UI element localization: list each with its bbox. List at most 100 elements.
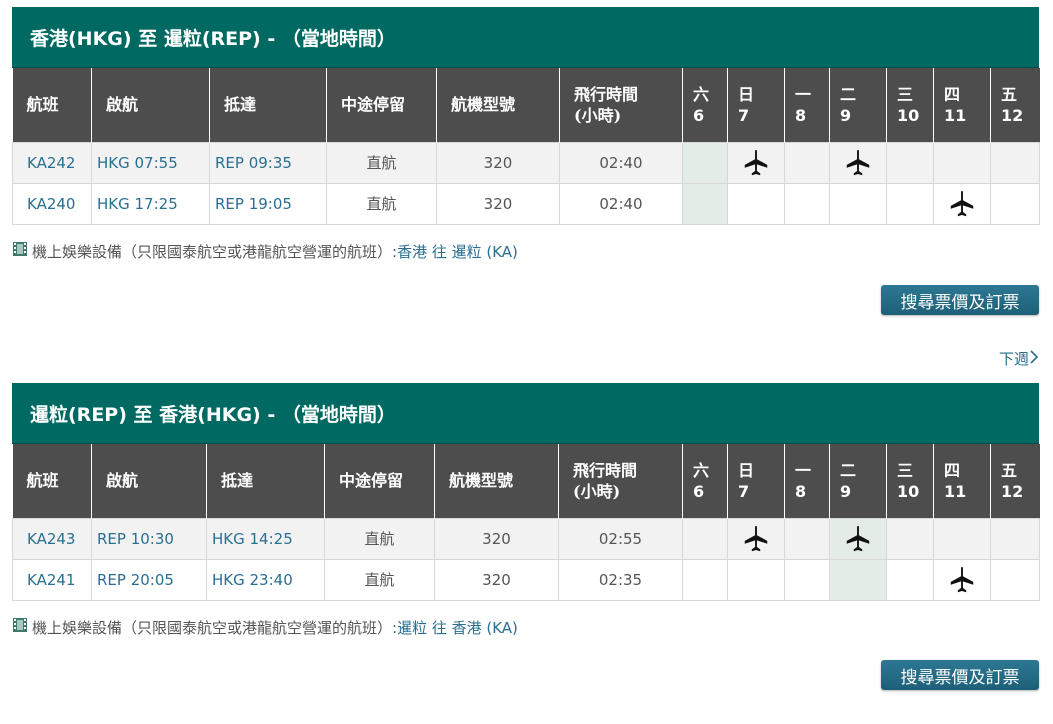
header-aircraft: 航機型號 bbox=[434, 444, 559, 518]
header-day-sat: 六6 bbox=[682, 444, 728, 518]
header-day-fri: 五 12 bbox=[990, 444, 1040, 518]
day-name: 六 bbox=[693, 460, 710, 480]
day-cell bbox=[784, 558, 830, 601]
day-num: 12 bbox=[1001, 105, 1024, 125]
day-cell bbox=[829, 182, 887, 225]
header-arrive: 抵達 bbox=[209, 68, 327, 142]
header-duration-line1: 飛行時間 bbox=[573, 460, 638, 480]
arrive-link[interactable]: HKG 23:40 bbox=[206, 558, 325, 601]
flight-number-link[interactable]: KA242 bbox=[12, 141, 92, 184]
day-cell bbox=[886, 141, 934, 184]
day-cell bbox=[933, 558, 991, 601]
airplane-icon bbox=[950, 566, 974, 592]
day-name: 日 bbox=[738, 84, 755, 104]
header-arrive: 抵達 bbox=[206, 444, 325, 518]
day-name: 四 bbox=[944, 84, 961, 104]
flight-number-link[interactable]: KA243 bbox=[12, 517, 92, 560]
flight-table: 航班 啟航 抵達 中途停留 航機型號 飛行時間 (小時) 六6 日7 一8 二9 … bbox=[12, 444, 1040, 601]
day-name: 二 bbox=[840, 460, 857, 480]
day-cell bbox=[784, 141, 830, 184]
next-week-link[interactable]: 下週 bbox=[999, 348, 1039, 369]
table-row: KA240 HKG 17:25 REP 19:05 直航 320 02:40 bbox=[12, 182, 1040, 225]
airplane-icon bbox=[846, 525, 870, 551]
day-name: 日 bbox=[738, 460, 755, 480]
stops-cell: 直航 bbox=[324, 558, 435, 601]
header-day-mon: 一8 bbox=[784, 68, 830, 142]
search-fares-button[interactable]: 搜尋票價及訂票 bbox=[881, 660, 1039, 690]
day-cell bbox=[829, 141, 887, 184]
header-duration: 飛行時間 (小時) bbox=[559, 68, 683, 142]
table-row: KA242 HKG 07:55 REP 09:35 直航 320 02:40 bbox=[12, 141, 1040, 184]
header-day-wed: 三 10 bbox=[886, 444, 934, 518]
day-num: 7 bbox=[738, 481, 750, 501]
depart-link[interactable]: HKG 07:55 bbox=[91, 141, 210, 184]
stops-cell: 直航 bbox=[324, 517, 435, 560]
header-day-mon: 一8 bbox=[784, 444, 830, 518]
header-day-sat: 六6 bbox=[682, 68, 728, 142]
airplane-icon bbox=[744, 525, 768, 551]
film-icon bbox=[12, 241, 28, 261]
duration-cell: 02:55 bbox=[558, 517, 683, 560]
day-name: 二 bbox=[840, 84, 857, 104]
day-cell bbox=[727, 141, 785, 184]
depart-link[interactable]: REP 20:05 bbox=[91, 558, 207, 601]
ife-text: 機上娛樂設備（只限國泰航空或港龍航空營運的航班）: bbox=[32, 242, 398, 261]
header-flight: 航班 bbox=[12, 444, 92, 518]
depart-link[interactable]: HKG 17:25 bbox=[91, 182, 210, 225]
aircraft-cell: 320 bbox=[434, 517, 559, 560]
day-cell bbox=[933, 141, 991, 184]
day-name: 五 bbox=[1001, 84, 1018, 104]
airplane-icon bbox=[744, 149, 768, 175]
arrive-link[interactable]: REP 09:35 bbox=[209, 141, 327, 184]
day-num: 11 bbox=[944, 481, 967, 501]
day-cell bbox=[682, 182, 728, 225]
day-cell bbox=[886, 517, 934, 560]
aircraft-cell: 320 bbox=[436, 182, 560, 225]
arrive-link[interactable]: HKG 14:25 bbox=[206, 517, 325, 560]
depart-link[interactable]: REP 10:30 bbox=[91, 517, 207, 560]
day-num: 10 bbox=[897, 481, 920, 501]
day-cell bbox=[727, 558, 785, 601]
duration-cell: 02:35 bbox=[558, 558, 683, 601]
day-name: 一 bbox=[795, 460, 812, 480]
day-name: 三 bbox=[897, 84, 914, 104]
ife-text: 機上娛樂設備（只限國泰航空或港龍航空營運的航班）: bbox=[32, 618, 398, 637]
inflight-entertainment-note: 機上娛樂設備（只限國泰航空或港龍航空營運的航班）: 香港 往 暹粒 (KA) bbox=[12, 241, 518, 261]
ife-link[interactable]: 暹粒 往 香港 (KA) bbox=[397, 617, 518, 638]
airplane-icon bbox=[846, 149, 870, 175]
day-num: 10 bbox=[897, 105, 920, 125]
day-cell bbox=[829, 517, 887, 560]
day-cell bbox=[990, 558, 1040, 601]
header-duration-line1: 飛行時間 bbox=[574, 84, 639, 104]
duration-cell: 02:40 bbox=[559, 182, 683, 225]
day-cell bbox=[886, 558, 934, 601]
arrive-link[interactable]: REP 19:05 bbox=[209, 182, 327, 225]
ife-link[interactable]: 香港 往 暹粒 (KA) bbox=[397, 241, 518, 262]
day-num: 8 bbox=[795, 105, 807, 125]
outbound-schedule: 香港(HKG) 至 暹粒(REP) - （當地時間） 航班 啟航 抵達 中途停留… bbox=[12, 7, 1040, 225]
day-cell bbox=[682, 141, 728, 184]
day-name: 六 bbox=[693, 84, 710, 104]
header-day-thu: 四 11 bbox=[933, 68, 991, 142]
stops-cell: 直航 bbox=[326, 141, 437, 184]
day-num: 12 bbox=[1001, 481, 1024, 501]
film-icon bbox=[12, 617, 28, 637]
day-name: 三 bbox=[897, 460, 914, 480]
search-fares-button[interactable]: 搜尋票價及訂票 bbox=[881, 285, 1039, 315]
flight-number-link[interactable]: KA240 bbox=[12, 182, 92, 225]
chevron-right-icon bbox=[1029, 349, 1039, 368]
airplane-icon bbox=[950, 190, 974, 216]
day-cell bbox=[784, 182, 830, 225]
header-day-tue: 二9 bbox=[829, 68, 887, 142]
header-depart: 啟航 bbox=[91, 444, 207, 518]
day-cell bbox=[886, 182, 934, 225]
header-depart: 啟航 bbox=[91, 68, 210, 142]
duration-cell: 02:40 bbox=[559, 141, 683, 184]
day-cell bbox=[784, 517, 830, 560]
stops-cell: 直航 bbox=[326, 182, 437, 225]
day-name: 四 bbox=[944, 460, 961, 480]
next-week-label: 下週 bbox=[998, 350, 1029, 368]
day-cell bbox=[933, 517, 991, 560]
flight-number-link[interactable]: KA241 bbox=[12, 558, 92, 601]
header-stops: 中途停留 bbox=[326, 68, 437, 142]
